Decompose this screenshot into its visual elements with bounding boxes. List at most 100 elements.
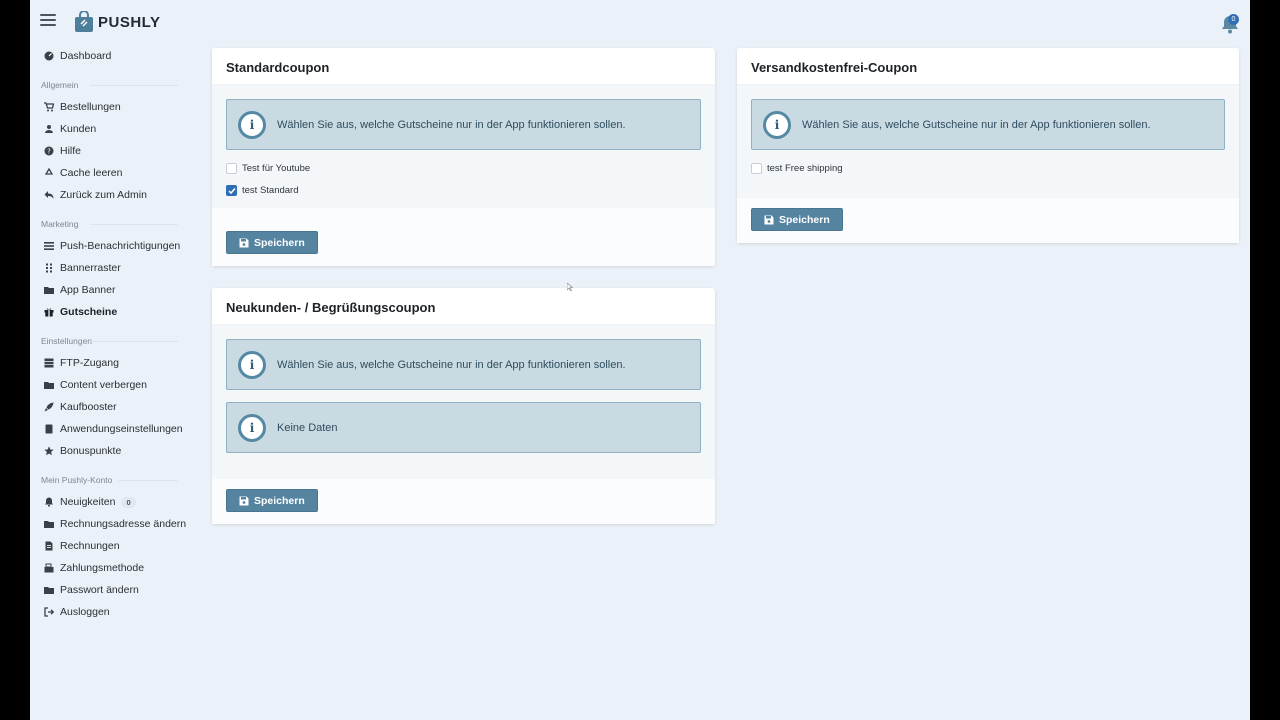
shopping-bag-logo-icon [74, 10, 94, 33]
section-label-allgemein: Allgemein [41, 80, 79, 90]
card-neukunden-begruessungscoupon: Neukunden- / Begrüßungscoupon i Wählen S… [212, 288, 715, 524]
sidebar-item-label: Bestellungen [60, 101, 121, 113]
brand-name: PUSHLY [98, 13, 161, 31]
empty-state-alert: i Keine Daten [226, 402, 701, 453]
info-circle-icon: i [763, 110, 791, 139]
sidebar-item-bannerraster[interactable]: Bannerraster [44, 258, 121, 278]
section-divider [90, 224, 178, 225]
save-button[interactable]: Speichern [226, 231, 318, 254]
card-title: Neukunden- / Begrüßungscoupon [212, 288, 715, 325]
checkbox-label: test Free shipping [767, 163, 843, 174]
sidebar-item-kaufbooster[interactable]: Kaufbooster [44, 397, 117, 417]
sidebar-item-label: Rechnungen [60, 540, 120, 552]
sidebar-item-label: FTP-Zugang [60, 357, 119, 369]
sidebar-item-label: Dashboard [60, 50, 112, 62]
info-circle-icon: i [238, 413, 266, 442]
sidebar-item-neuigkeiten[interactable]: Neuigkeiten 0 [44, 492, 136, 512]
sidebar-item-bestellungen[interactable]: Bestellungen [44, 97, 121, 117]
sidebar-item-label: Neuigkeiten [60, 496, 116, 508]
empty-state-text: Keine Daten [277, 421, 338, 434]
list-icon [44, 241, 54, 251]
info-alert: i Wählen Sie aus, welche Gutscheine nur … [226, 339, 701, 390]
info-alert: i Wählen Sie aus, welche Gutscheine nur … [751, 99, 1225, 150]
sidebar-item-kunden[interactable]: Kunden [44, 119, 96, 139]
sidebar-item-label: Content verbergen [60, 379, 147, 391]
sidebar-item-push-benachrichtigungen[interactable]: Push-Benachrichtigungen [44, 236, 180, 256]
sidebar-item-label: Kaufbooster [60, 401, 117, 413]
notification-count-badge: 0 [1228, 14, 1239, 25]
card-body: i Wählen Sie aus, welche Gutscheine nur … [737, 85, 1239, 198]
sidebar-item-label: Cache leeren [60, 167, 123, 179]
sidebar-item-bonuspunkte[interactable]: Bonuspunkte [44, 441, 121, 461]
brand-logo[interactable]: PUSHLY [74, 10, 161, 33]
section-label-marketing: Marketing [41, 219, 79, 229]
sidebar-item-label: Gutscheine [60, 306, 118, 318]
sidebar-item-cache-leeren[interactable]: Cache leeren [44, 163, 122, 183]
section-label-mein-pushly-konto: Mein Pushly-Konto [41, 475, 113, 485]
rocket-icon [44, 402, 54, 412]
card-body: i Wählen Sie aus, welche Gutscheine nur … [212, 85, 715, 208]
card-title: Standardcoupon [212, 48, 715, 85]
sidebar-item-zurueck-zum-admin[interactable]: Zurück zum Admin [44, 185, 147, 205]
mouse-cursor-icon [567, 283, 573, 291]
book-icon [44, 424, 54, 434]
save-button-label: Speichern [254, 494, 305, 507]
sidebar-item-label: Hilfe [60, 145, 82, 157]
section-divider [118, 480, 178, 481]
svg-text:?: ? [47, 148, 51, 156]
checkbox[interactable] [226, 163, 237, 174]
floppy-disk-icon [239, 238, 249, 247]
card-footer: Speichern [737, 198, 1239, 243]
sidebar-item-content-verbergen[interactable]: Content verbergen [44, 375, 147, 395]
gift-icon [44, 307, 54, 317]
menu-toggle-icon[interactable] [40, 14, 56, 28]
info-alert: i Wählen Sie aus, welche Gutscheine nur … [226, 99, 701, 150]
coupon-option-test-standard[interactable]: test Standard [226, 185, 299, 196]
sidebar-item-zahlungsmethode[interactable]: Zahlungsmethode [44, 558, 144, 578]
sidebar-item-app-banner[interactable]: App Banner [44, 280, 115, 300]
neuigkeiten-count-badge: 0 [121, 496, 136, 508]
grid-dots-icon [44, 263, 54, 273]
save-button[interactable]: Speichern [751, 208, 843, 231]
server-icon [44, 358, 54, 368]
checkbox-label: Test für Youtube [242, 163, 311, 174]
sidebar-item-hilfe[interactable]: ? Hilfe [44, 141, 81, 161]
star-icon [44, 446, 54, 456]
sidebar-item-rechnungsadresse-aendern[interactable]: Rechnungsadresse ändern [44, 514, 186, 534]
sidebar-item-ausloggen[interactable]: Ausloggen [44, 602, 110, 622]
card-footer: Speichern [212, 479, 715, 524]
users-icon [44, 124, 54, 134]
section-label-einstellungen: Einstellungen [41, 336, 93, 346]
info-alert-text: Wählen Sie aus, welche Gutscheine nur in… [802, 118, 1151, 131]
save-button[interactable]: Speichern [226, 489, 318, 512]
section-divider [90, 85, 178, 86]
checkbox-label: test Standard [242, 185, 299, 196]
section-divider [90, 341, 178, 342]
folder-icon [44, 519, 54, 529]
recycle-icon [44, 168, 54, 178]
sidebar-item-label: App Banner [60, 284, 116, 296]
reply-arrow-icon [44, 190, 54, 200]
sidebar-item-label: Ausloggen [60, 606, 110, 618]
question-circle-icon: ? [44, 146, 54, 156]
floppy-disk-icon [764, 215, 774, 224]
floppy-disk-icon [239, 496, 249, 505]
checkbox-checked[interactable] [226, 185, 237, 196]
coupon-option-test-free-shipping[interactable]: test Free shipping [751, 163, 843, 174]
sidebar-item-passwort-aendern[interactable]: Passwort ändern [44, 580, 139, 600]
sidebar-item-label: Kunden [60, 123, 97, 135]
checkbox[interactable] [751, 163, 762, 174]
info-alert-text: Wählen Sie aus, welche Gutscheine nur in… [277, 118, 626, 131]
save-button-label: Speichern [254, 236, 305, 249]
sidebar-item-anwendungseinstellungen[interactable]: Anwendungseinstellungen [44, 419, 183, 439]
sidebar-item-gutscheine[interactable]: Gutscheine [44, 302, 117, 322]
info-circle-icon: i [238, 110, 266, 139]
folder-icon [44, 285, 54, 295]
sidebar-item-dashboard[interactable]: Dashboard [44, 46, 111, 66]
sidebar-item-rechnungen[interactable]: Rechnungen [44, 536, 120, 556]
bell-icon [44, 497, 54, 507]
coupon-option-test-fuer-youtube[interactable]: Test für Youtube [226, 163, 310, 174]
sidebar-item-label: Rechnungsadresse ändern [60, 518, 187, 530]
sidebar-item-ftp-zugang[interactable]: FTP-Zugang [44, 353, 119, 373]
card-title: Versandkostenfrei-Coupon [737, 48, 1239, 85]
